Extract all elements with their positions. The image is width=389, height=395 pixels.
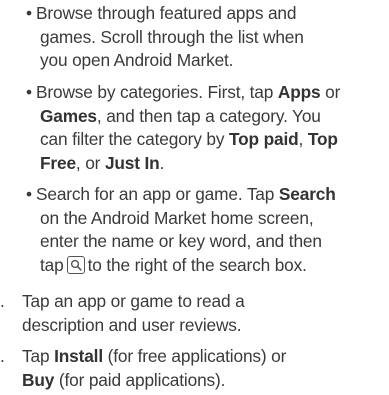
text-line: Games, and then tap a category. You [40,105,321,126]
text-line: tap to the right of the search box. [40,254,307,275]
games-label: Games [40,105,97,126]
text-line: description and user reviews. [22,314,242,335]
text-line: can filter the category by Top paid, Top [40,129,338,149]
install-label: Install [54,346,103,366]
text-line: Search for an app or game. Tap Search [36,184,336,204]
text-line: Browse by categories. First, tap Apps or [36,82,341,102]
bullet-marker: • [26,3,32,23]
bullet-featured-apps: • Browse through featured apps and games… [26,2,386,73]
top-free-label-part1: Top [307,129,338,149]
text-line: you open Android Market. [40,50,234,70]
text-line: Browse through featured apps and [36,3,297,23]
text-line: Tap an app or game to read a [22,291,245,311]
text-line: games. Scroll through the list when [40,26,304,47]
just-in-label: Just In [104,152,160,173]
bullet-browse-categories: • Browse by categories. First, tap Apps … [26,81,386,175]
text-line: Tap Install (for free applications) or [22,346,287,366]
buy-label: Buy [22,369,55,390]
text-line: on the Android Market home screen, [40,207,314,228]
top-free-label-part2: Free [40,152,76,173]
text-line: Buy (for paid applications). [22,369,226,390]
bullet-marker: • [26,82,32,102]
apps-label: Apps [277,82,321,102]
step-install: . Tap Install (for free applications) or… [0,345,386,392]
text-line: enter the name or key word, and then [40,231,322,251]
step-read-description: . Tap an app or game to read a descripti… [0,290,386,337]
step-number: . [0,291,5,311]
step-number: . [0,346,5,366]
top-paid-label: Top paid [229,129,299,149]
text-line: Free, or Just In. [40,152,165,173]
search-icon [66,255,85,274]
bullet-marker: • [26,184,32,204]
bullet-search: • Search for an app or game. Tap Search … [26,183,386,277]
search-label: Search [278,184,336,204]
